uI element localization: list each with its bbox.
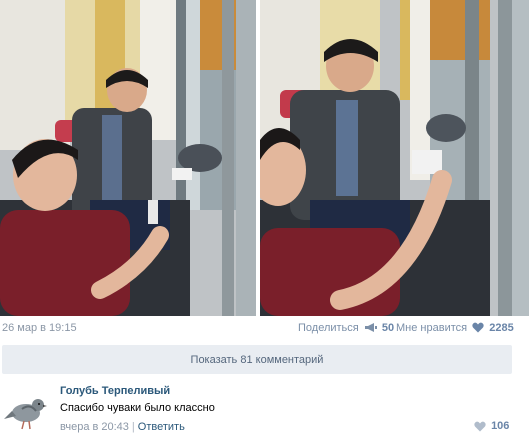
balcony-photo-right: [260, 0, 529, 316]
comment-like-button[interactable]: 106: [472, 420, 509, 433]
comment-author[interactable]: Голубь Терпеливый: [60, 385, 170, 397]
post-date[interactable]: 26 мар в 19:15: [2, 322, 77, 334]
like-button[interactable]: Мне нравится 2285: [396, 322, 514, 334]
share-count: 50: [381, 322, 395, 334]
like-label: Мне нравится: [396, 322, 468, 334]
avatar[interactable]: [2, 385, 50, 433]
comment: Голубь Терпеливый Спасибо чуваки было кл…: [0, 381, 529, 446]
comment-like-count: 106: [491, 420, 510, 432]
heart-icon: [474, 421, 486, 432]
balcony-photo-left: [0, 0, 256, 316]
reply-button[interactable]: Ответить: [138, 421, 185, 433]
show-comments-button[interactable]: Показать 81 комментарий: [2, 345, 512, 374]
comment-meta: вчера в 20:43 | Ответить: [60, 421, 185, 433]
photo-left[interactable]: [0, 0, 256, 316]
share-button[interactable]: Поделиться 50: [298, 322, 394, 334]
like-count: 2285: [489, 322, 514, 334]
pigeon-icon: [2, 385, 50, 433]
comment-text: Спасибо чуваки было классно: [60, 402, 215, 414]
comment-time[interactable]: вчера в 20:43: [60, 421, 129, 433]
heart-icon: [472, 322, 484, 333]
separator: |: [131, 421, 135, 433]
post-meta: 26 мар в 19:15 Поделиться 50 Мне нравитс…: [0, 322, 529, 338]
megaphone-icon: [364, 323, 377, 332]
share-label: Поделиться: [298, 322, 359, 334]
photo-right[interactable]: [260, 0, 529, 316]
